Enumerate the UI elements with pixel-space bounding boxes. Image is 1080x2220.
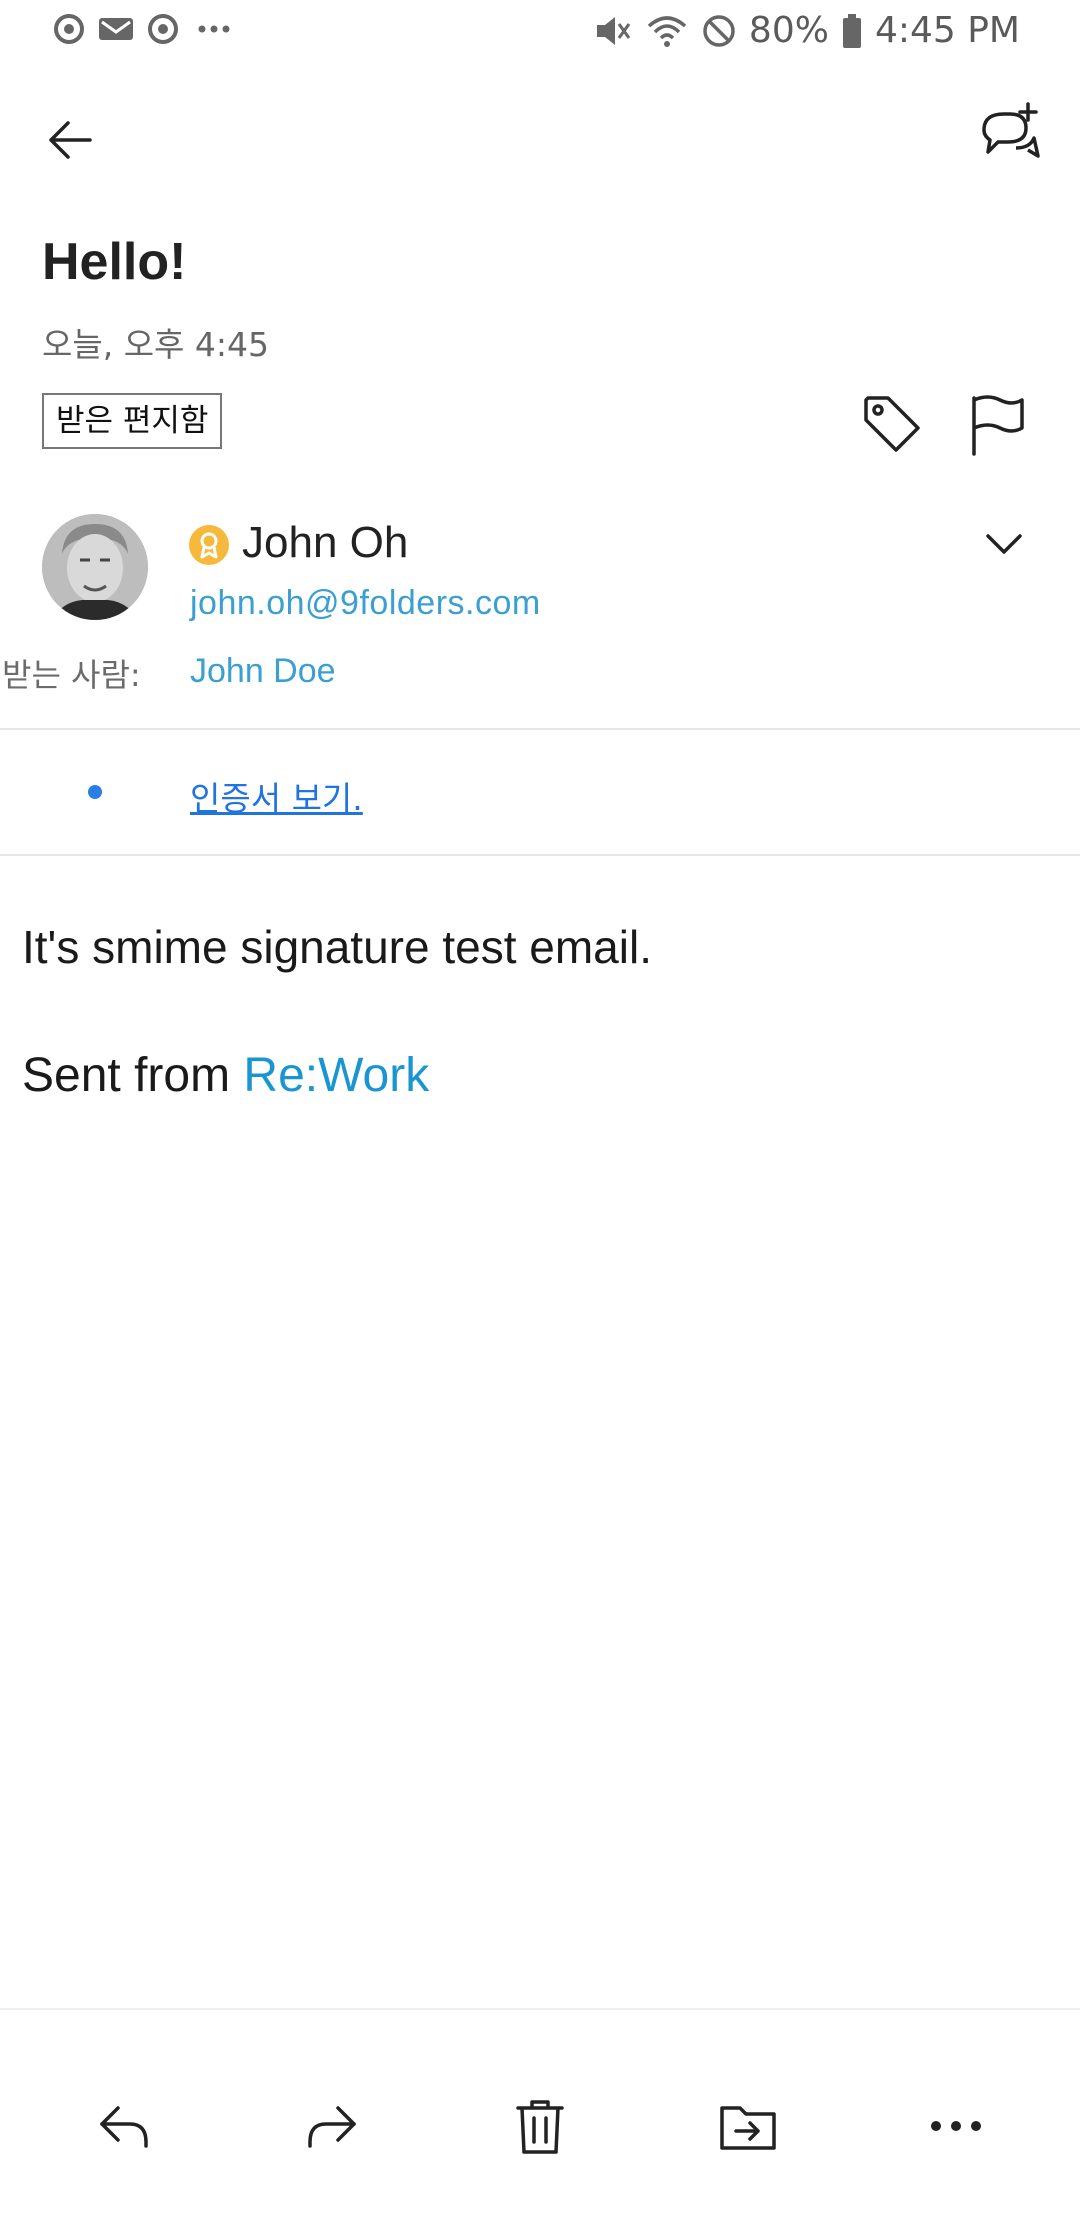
sender-name[interactable]: John Oh [242, 518, 408, 568]
tag-icon [864, 396, 920, 452]
signature-prefix: Sent from [22, 1049, 244, 1102]
view-certificate-link[interactable]: 인증서 보기. [190, 772, 363, 820]
back-button[interactable] [42, 110, 102, 170]
rework-link[interactable]: Re:Work [243, 1049, 429, 1102]
app-notification-icon-2 [148, 14, 178, 44]
bottom-action-bar [0, 2008, 1080, 2220]
notification-icons [52, 12, 238, 46]
sender-email[interactable]: john.oh@9folders.com [190, 584, 541, 623]
wifi-icon [647, 15, 687, 47]
email-body-text: It's smime signature test email. [22, 921, 652, 973]
email-date: 오늘, 오후 4:45 [42, 325, 270, 364]
certificate-divider [0, 854, 1080, 856]
forward-button[interactable] [300, 2094, 364, 2158]
reply-icon [100, 2106, 148, 2148]
tag-button[interactable] [860, 392, 924, 456]
battery-icon [842, 13, 861, 48]
sender-avatar[interactable] [42, 514, 148, 620]
avatar-photo [42, 514, 148, 620]
new-conversation-button[interactable] [976, 100, 1044, 168]
certificate-badge-icon [189, 525, 229, 565]
arrow-left-icon [49, 121, 92, 159]
header-divider [0, 728, 1080, 730]
system-status: 80% 4:45 PM [593, 10, 1020, 51]
chevron-down-icon [986, 534, 1022, 554]
chat-add-icon [982, 102, 1040, 158]
email-subject: Hello! [42, 233, 187, 291]
battery-percent: 80% [748, 10, 829, 51]
trash-icon [516, 2100, 564, 2154]
to-label: 받는 사람: [2, 656, 141, 694]
folder-badge[interactable]: 받은 편지함 [42, 393, 223, 449]
more-notifications-icon [198, 25, 230, 33]
app-notification-icon [54, 14, 84, 44]
do-not-disturb-icon [703, 14, 735, 47]
status-bar: 80% 4:45 PM [0, 0, 1080, 64]
mute-icon [596, 16, 631, 45]
expand-recipients-button[interactable] [982, 524, 1026, 564]
delete-button[interactable] [508, 2094, 572, 2158]
reply-button[interactable] [92, 2094, 156, 2158]
top-toolbar [0, 96, 1080, 180]
flag-button[interactable] [966, 392, 1030, 456]
more-icon [931, 2121, 981, 2131]
list-bullet [88, 785, 102, 799]
forward-icon [308, 2106, 356, 2148]
move-button[interactable] [716, 2094, 780, 2158]
flag-icon [972, 395, 1024, 456]
more-button[interactable] [924, 2094, 988, 2158]
clock: 4:45 PM [874, 10, 1020, 51]
email-signature: Sent from Re:Work [22, 1048, 429, 1103]
folder-move-icon [720, 2106, 776, 2150]
mail-notification-icon [99, 18, 133, 40]
recipient-name[interactable]: John Doe [190, 652, 336, 691]
